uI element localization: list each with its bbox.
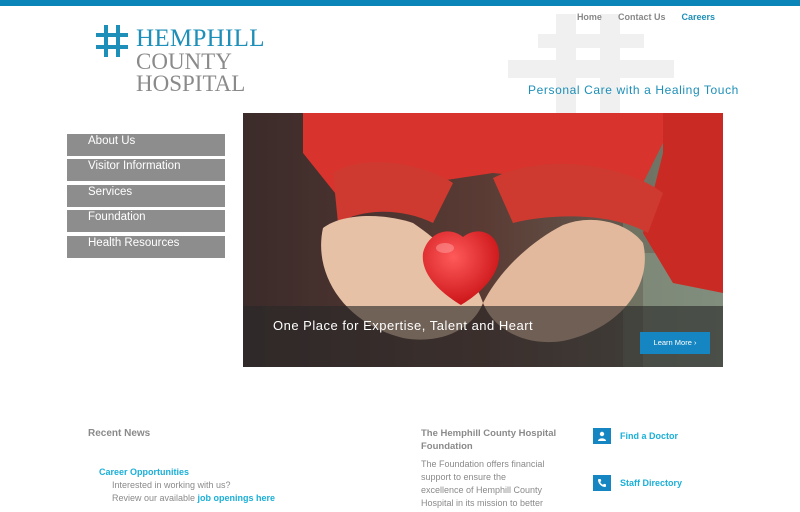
news-item-text: Interested in working with us? xyxy=(112,480,231,490)
sidebar-item-services[interactable]: Services xyxy=(67,184,225,207)
foundation-heading: The Hemphill County Hospital Foundation xyxy=(421,428,557,452)
news-item-text-prefix: Review our available xyxy=(112,493,198,503)
sidebar-item-visitor-information[interactable]: Visitor Information xyxy=(67,159,225,182)
news-item-career-opportunities[interactable]: Career Opportunities xyxy=(99,467,189,477)
logo-text-hospital: HOSPITAL xyxy=(136,71,246,96)
hero-banner: One Place for Expertise, Talent and Hear… xyxy=(243,113,723,367)
phone-icon xyxy=(593,475,611,491)
cross-watermark xyxy=(508,14,674,114)
topnav-contact-us[interactable]: Contact Us xyxy=(610,11,674,23)
hospital-logo[interactable]: HEMPHILL COUNTY HOSPITAL xyxy=(93,22,264,97)
logo-text-county: COUNTY xyxy=(136,49,232,74)
cross-logo-icon xyxy=(96,25,128,57)
sidebar-item-foundation[interactable]: Foundation xyxy=(67,210,225,233)
job-openings-link[interactable]: job openings here xyxy=(198,493,276,503)
top-accent-bar xyxy=(0,0,800,6)
sidebar-item-health-resources[interactable]: Health Resources xyxy=(67,235,225,258)
sidebar-item-label: Visitor Information xyxy=(88,160,181,173)
hero-caption: One Place for Expertise, Talent and Hear… xyxy=(273,318,534,333)
sidebar-item-label: Health Resources xyxy=(88,236,180,249)
top-navigation: Home Contact Us Careers xyxy=(569,11,723,23)
foundation-description: The Foundation offers financial support … xyxy=(421,459,545,508)
recent-news-heading: Recent News xyxy=(88,428,151,439)
topnav-home[interactable]: Home xyxy=(569,11,610,23)
learn-more-button[interactable]: Learn More › xyxy=(640,332,710,354)
staff-directory-link[interactable]: Staff Directory xyxy=(593,475,682,491)
staff-directory-label: Staff Directory xyxy=(620,478,683,488)
find-a-doctor-link[interactable]: Find a Doctor xyxy=(593,428,678,444)
news-item-text-with-link: Review our available job openings here xyxy=(112,493,275,503)
sidebar-item-label: Foundation xyxy=(88,211,146,224)
person-icon xyxy=(593,428,611,444)
sidebar-navigation: About Us Visitor Information Services Fo… xyxy=(67,134,225,261)
sidebar-item-label: Services xyxy=(88,185,133,198)
sidebar-item-label: About Us xyxy=(88,135,136,147)
find-a-doctor-label: Find a Doctor xyxy=(620,431,678,441)
tagline: Personal Care with a Healing Touch xyxy=(528,83,739,97)
topnav-careers[interactable]: Careers xyxy=(673,11,723,23)
sidebar-item-about-us[interactable]: About Us xyxy=(67,134,225,156)
